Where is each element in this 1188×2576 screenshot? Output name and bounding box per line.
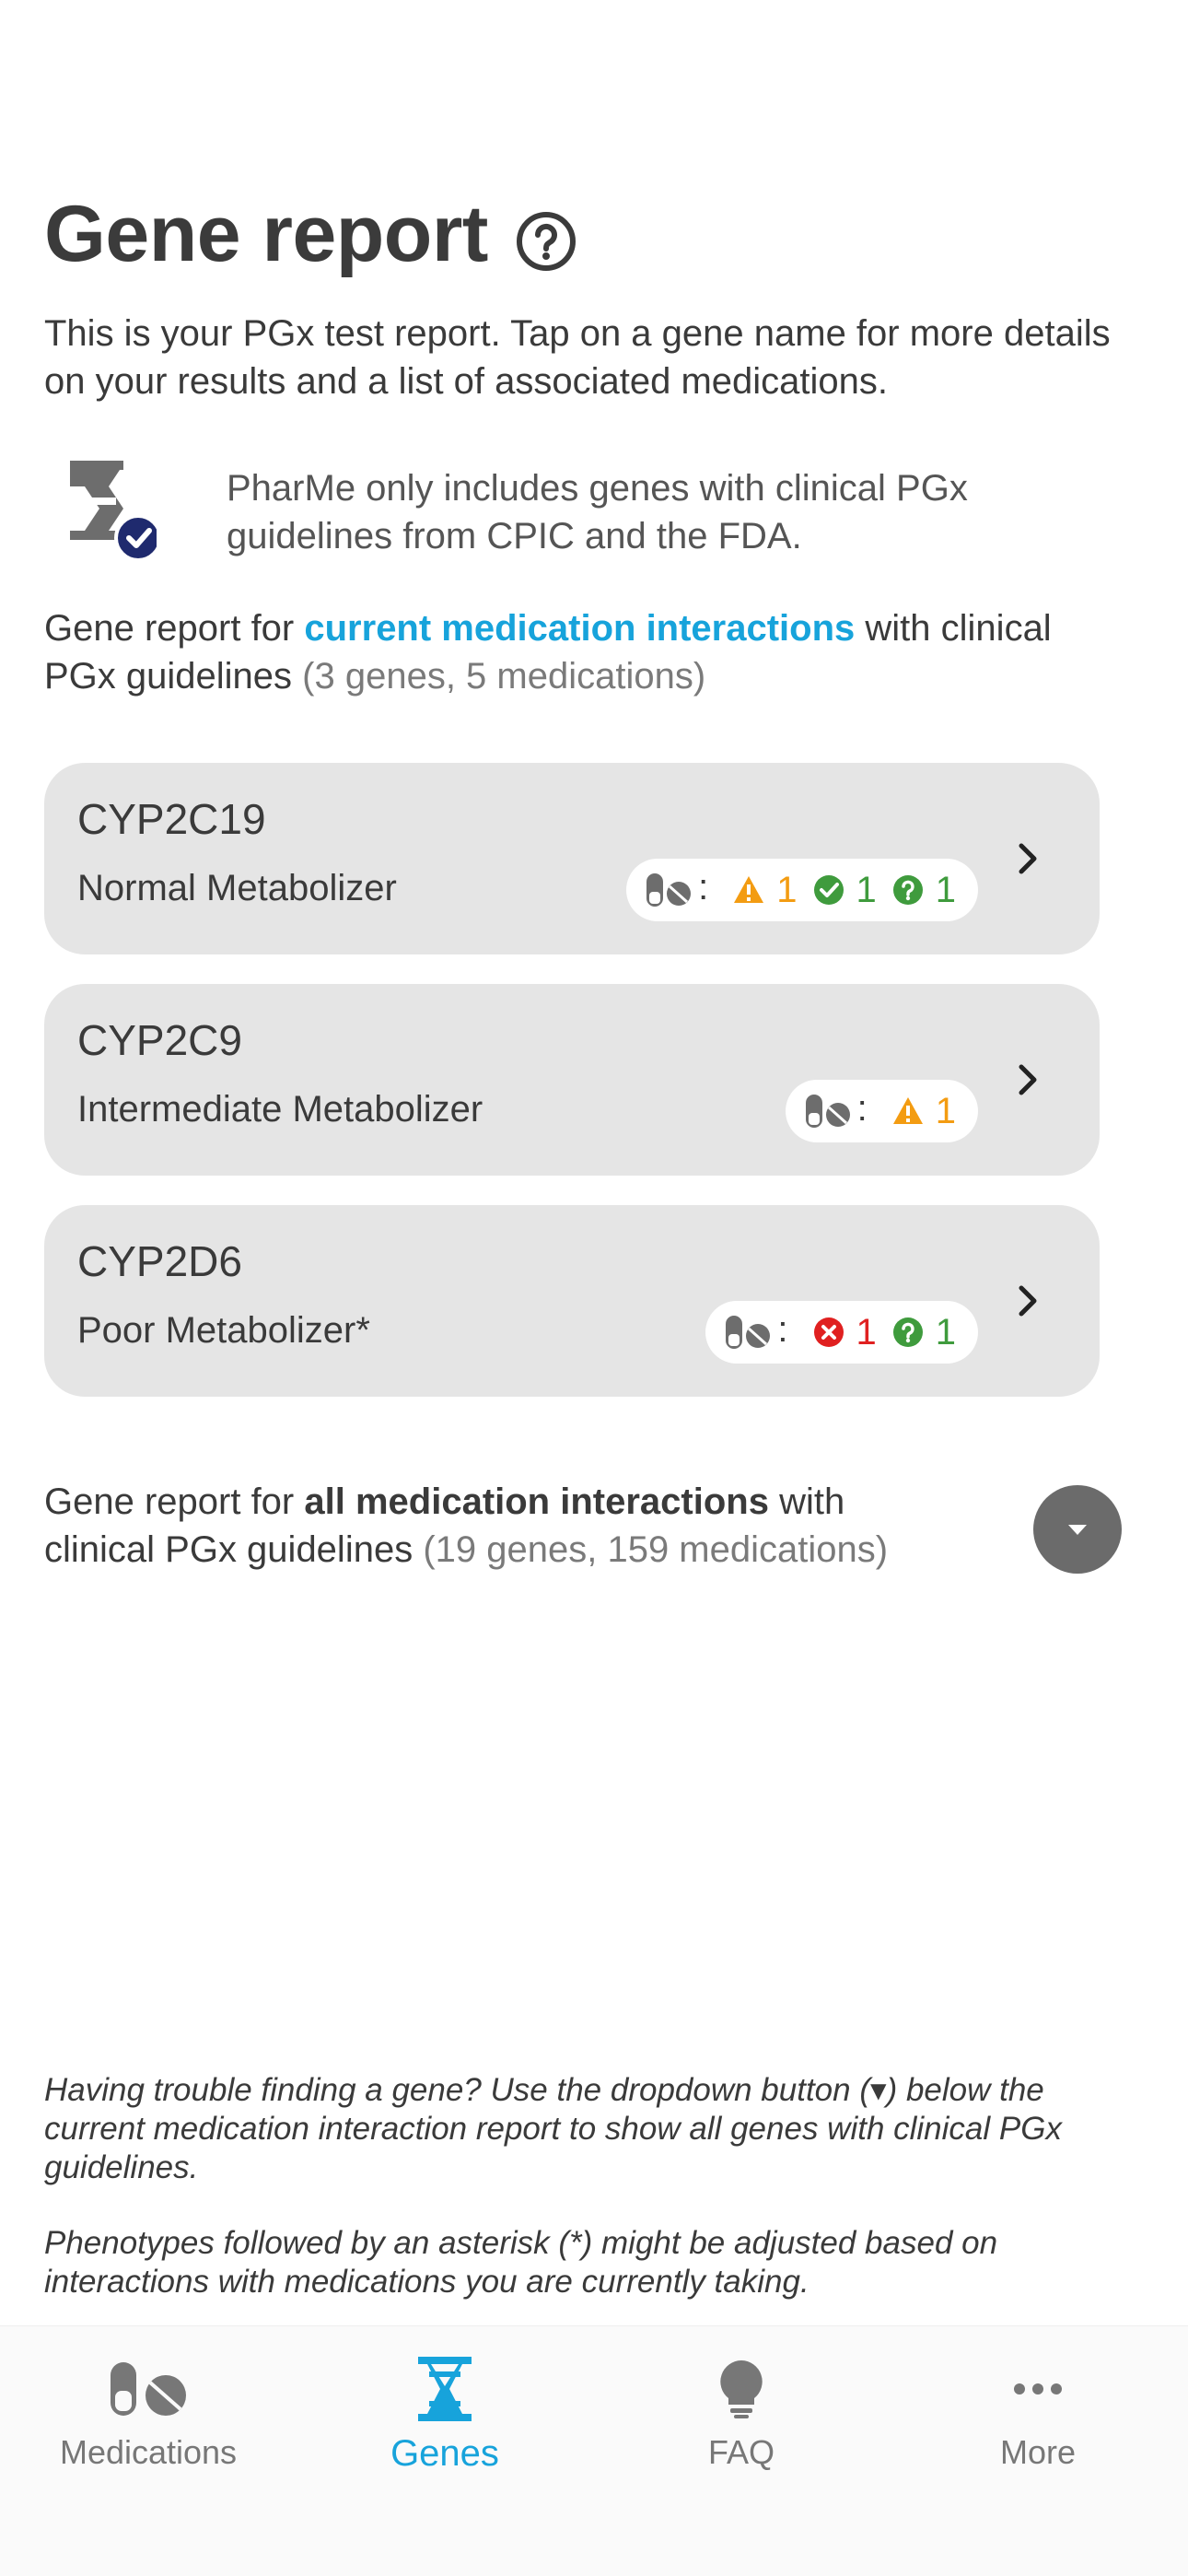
pills-icon [111,2362,186,2416]
show-all-genes-dropdown-button[interactable] [1033,1485,1122,1574]
pill-colon: : [856,1087,868,1129]
help-circle-icon[interactable] [516,211,577,272]
gene-card-cyp2c19[interactable]: CYP2C19 Normal Metabolizer : 1 1 1 [44,763,1100,954]
interaction-summary-pill: : 1 1 1 [626,859,978,921]
pill-colon: : [777,1308,788,1350]
current-interactions-heading: Gene report for current medication inter… [44,604,1057,700]
warning-icon [734,876,764,903]
gene-card-cyp2d6[interactable]: CYP2D6 Poor Metabolizer* : 1 1 [44,1205,1100,1397]
heading-highlight: current medication interactions [304,608,856,649]
bad-count: 1 [856,1311,877,1352]
question-circle-icon [892,1317,923,1347]
interaction-summary-pill: : 1 [785,1080,978,1142]
pills-icon [726,1316,771,1349]
warning-count: 1 [935,1090,956,1131]
pills-icon [805,1095,850,1128]
footnote-asterisk: Phenotypes followed by an asterisk (*) m… [44,2225,998,2300]
tab-label: Genes [390,2433,499,2474]
all-interactions-heading: Gene report for all medication interacti… [44,1478,965,1574]
tab-medications[interactable]: Medications [0,2345,297,2472]
dna-icon [418,2357,472,2421]
heading-prefix: Gene report for [44,1481,305,1522]
unknown-count: 1 [935,869,956,910]
note-text: PharMe only includes genes with clinical… [227,468,968,556]
tab-label: Medications [59,2433,238,2471]
warning-count: 1 [776,869,798,910]
tab-label: More [999,2433,1077,2471]
tab-faq[interactable]: FAQ [593,2345,890,2472]
ok-count: 1 [856,869,877,910]
chevron-down-icon [1068,1525,1087,1535]
gene-name: CYP2C19 [77,795,266,843]
tab-label: FAQ [707,2433,775,2471]
unknown-count: 1 [935,1311,956,1352]
page-title-text: Gene report [44,190,488,278]
heading-strong: all medication interactions [304,1481,769,1522]
guidelines-note: PharMe only includes genes with clinical… [64,461,1129,568]
gene-name: CYP2D6 [77,1237,242,1285]
gene-phenotype: Intermediate Metabolizer [77,1089,483,1130]
more-dots-icon [1014,2383,1062,2395]
dna-check-icon [64,461,162,568]
pill-colon: : [698,866,709,907]
error-circle-icon [813,1317,844,1347]
interaction-summary-pill: : 1 1 [705,1301,978,1364]
gene-phenotype: Poor Metabolizer* [77,1310,370,1351]
tab-more[interactable]: More [890,2345,1186,2472]
chevron-right-icon [1019,1064,1037,1095]
heading-counts: (19 genes, 159 medications) [423,1529,889,1570]
bottom-tab-bar: Medications Genes FAQ More [0,2325,1188,2576]
check-circle-icon [813,875,844,905]
heading-counts: (3 genes, 5 medications) [302,656,706,697]
footnote-dropdown-hint: Having trouble finding a gene? Use the d… [44,2072,1062,2185]
warning-icon [892,1097,923,1124]
gene-phenotype: Normal Metabolizer [77,868,397,908]
pills-icon [646,873,692,907]
gene-card-cyp2c9[interactable]: CYP2C9 Intermediate Metabolizer : 1 [44,984,1100,1176]
heading-prefix: Gene report for [44,608,305,649]
tab-genes[interactable]: Genes [297,2345,593,2475]
lightbulb-icon [720,2360,763,2418]
question-circle-icon [892,875,923,905]
chevron-right-icon [1019,1285,1037,1317]
page-title: Gene report [44,189,577,280]
intro-text: This is your PGx test report. Tap on a g… [44,313,1111,402]
gene-name: CYP2C9 [77,1016,242,1064]
chevron-right-icon [1019,843,1037,874]
